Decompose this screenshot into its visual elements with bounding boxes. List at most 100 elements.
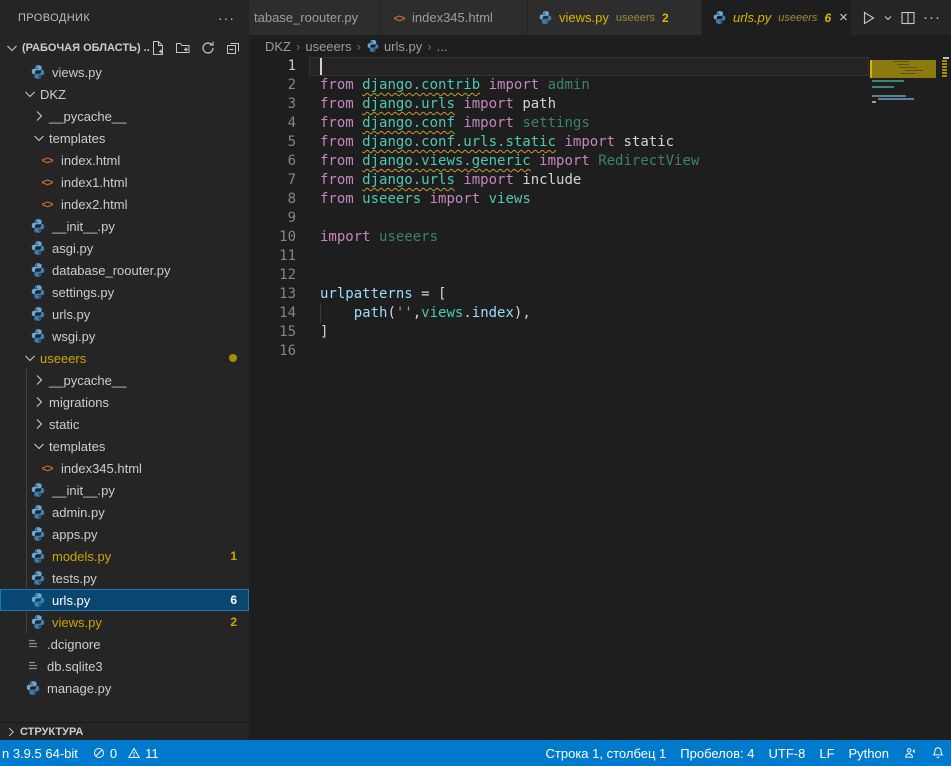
tab-index345.html[interactable]: <>index345.html <box>381 0 528 35</box>
tree-item-__pycache__[interactable]: __pycache__ <box>0 105 249 127</box>
line-number[interactable]: 2 <box>249 76 296 95</box>
collapse-all-icon[interactable] <box>225 40 241 56</box>
code-line[interactable]: path('',views.index), <box>320 304 870 323</box>
code-line[interactable] <box>320 209 870 228</box>
tree-item-manage.py[interactable]: manage.py <box>0 677 249 699</box>
chevron-right-icon[interactable] <box>31 108 47 124</box>
minimap[interactable] <box>870 57 937 740</box>
line-number[interactable]: 6 <box>249 152 296 171</box>
explorer-more-icon[interactable]: ··· <box>218 10 235 26</box>
tree-item-templates[interactable]: templates <box>0 435 249 457</box>
workspace-section-header[interactable]: (РАБОЧАЯ ОБЛАСТЬ) ... <box>0 35 249 61</box>
chevron-right-icon[interactable] <box>31 416 47 432</box>
line-number[interactable]: 7 <box>249 171 296 190</box>
notifications-button[interactable] <box>924 740 951 766</box>
split-editor-button-split-icon[interactable] <box>900 10 916 26</box>
chevron-down-icon[interactable] <box>31 130 47 146</box>
line-number[interactable]: 13 <box>249 285 296 304</box>
code-line[interactable]: import useeers <box>320 228 870 247</box>
python-version-status[interactable]: n 3.9.5 64-bit <box>0 740 85 766</box>
tree-item-settings.py[interactable]: settings.py <box>0 281 249 303</box>
tree-item-migrations[interactable]: migrations <box>0 391 249 413</box>
code-line[interactable]: from django.urls import path <box>320 95 870 114</box>
line-number-gutter[interactable]: 12345678910111213141516 <box>249 57 296 361</box>
tree-item-db.sqlite3[interactable]: db.sqlite3 <box>0 655 249 677</box>
line-number[interactable]: 16 <box>249 342 296 361</box>
refresh-icon[interactable] <box>200 40 216 56</box>
breadcrumb-item-DKZ[interactable]: DKZ <box>265 39 291 54</box>
chevron-right-icon[interactable] <box>31 372 47 388</box>
tree-item-DKZ[interactable]: DKZ <box>0 83 249 105</box>
tree-item-apps.py[interactable]: apps.py <box>0 523 249 545</box>
breadcrumb-item-urls.py[interactable]: urls.py <box>366 39 422 54</box>
eol-status[interactable]: LF <box>812 740 841 766</box>
language-mode-status[interactable]: Python <box>842 740 896 766</box>
tree-item-__init__.py[interactable]: __init__.py <box>0 479 249 501</box>
tree-item-wsgi.py[interactable]: wsgi.py <box>0 325 249 347</box>
code-line[interactable]: from django.urls import include <box>320 171 870 190</box>
code-line[interactable] <box>320 247 870 266</box>
code-line[interactable] <box>320 266 870 285</box>
breadcrumb-item-...[interactable]: ... <box>437 39 448 54</box>
line-number[interactable]: 9 <box>249 209 296 228</box>
tree-item-urls.py[interactable]: urls.py <box>0 303 249 325</box>
tree-item-database_roouter.py[interactable]: database_roouter.py <box>0 259 249 281</box>
code-line[interactable]: from django.conf import settings <box>320 114 870 133</box>
line-number[interactable]: 1 <box>249 57 296 76</box>
overview-ruler[interactable] <box>941 57 951 740</box>
line-number[interactable]: 3 <box>249 95 296 114</box>
run-dropdown-chev-small-icon[interactable] <box>883 13 893 23</box>
tree-item-models.py[interactable]: models.py1 <box>0 545 249 567</box>
line-number[interactable]: 11 <box>249 247 296 266</box>
cursor-position-status[interactable]: Строка 1, столбец 1 <box>539 740 674 766</box>
tree-item-tests.py[interactable]: tests.py <box>0 567 249 589</box>
code-line[interactable]: from useeers import views <box>320 190 870 209</box>
tree-item-views.py[interactable]: views.py <box>0 61 249 83</box>
tab-urls.py[interactable]: urls.pyuseeers6× <box>702 0 851 35</box>
tree-item-useeers[interactable]: useeers <box>0 347 249 369</box>
code-line[interactable]: from django.views.generic import Redirec… <box>320 152 870 171</box>
outline-section-header[interactable]: СТРУКТУРА <box>0 722 249 740</box>
chevron-down-icon[interactable] <box>31 438 47 454</box>
tree-item-index.html[interactable]: <>index.html <box>0 149 249 171</box>
line-number[interactable]: 14 <box>249 304 296 323</box>
code-line[interactable] <box>320 57 870 76</box>
code-line[interactable]: from django.conf.urls.static import stat… <box>320 133 870 152</box>
code-lines[interactable]: from django.contrib import adminfrom dja… <box>320 57 870 361</box>
code-line[interactable]: urlpatterns = [ <box>320 285 870 304</box>
tree-item-__pycache__[interactable]: __pycache__ <box>0 369 249 391</box>
line-number[interactable]: 12 <box>249 266 296 285</box>
tree-item-index2.html[interactable]: <>index2.html <box>0 193 249 215</box>
tree-item-templates[interactable]: templates <box>0 127 249 149</box>
line-number[interactable]: 10 <box>249 228 296 247</box>
run-button-play-icon[interactable] <box>860 10 876 26</box>
new-folder-icon[interactable] <box>175 40 191 56</box>
more-actions-button[interactable]: ··· <box>923 9 941 26</box>
problems-status[interactable]: 0 11 <box>85 740 166 766</box>
breadcrumb-item-useeers[interactable]: useeers <box>305 39 351 54</box>
tree-item-asgi.py[interactable]: asgi.py <box>0 237 249 259</box>
tree-item-__init__.py[interactable]: __init__.py <box>0 215 249 237</box>
tree-item-urls.py[interactable]: urls.py6 <box>0 589 249 611</box>
tree-item-views.py[interactable]: views.py2 <box>0 611 249 633</box>
line-number[interactable]: 15 <box>249 323 296 342</box>
indentation-status[interactable]: Пробелов: 4 <box>673 740 761 766</box>
chevron-down-icon[interactable] <box>22 350 38 366</box>
encoding-status[interactable]: UTF-8 <box>762 740 813 766</box>
tree-item-admin.py[interactable]: admin.py <box>0 501 249 523</box>
new-file-icon[interactable] <box>150 40 166 56</box>
code-line[interactable] <box>320 342 870 361</box>
chevron-down-icon[interactable] <box>22 86 38 102</box>
code-editor[interactable]: 12345678910111213141516 from django.cont… <box>249 57 951 740</box>
tab-views.py[interactable]: views.pyuseeers2 <box>528 0 702 35</box>
tree-item-index1.html[interactable]: <>index1.html <box>0 171 249 193</box>
tree-item-.dcignore[interactable]: .dcignore <box>0 633 249 655</box>
feedback-button[interactable] <box>896 740 924 766</box>
tree-item-index345.html[interactable]: <>index345.html <box>0 457 249 479</box>
line-number[interactable]: 4 <box>249 114 296 133</box>
code-line[interactable]: from django.contrib import admin <box>320 76 870 95</box>
line-number[interactable]: 8 <box>249 190 296 209</box>
tree-item-static[interactable]: static <box>0 413 249 435</box>
chevron-right-icon[interactable] <box>31 394 47 410</box>
tab-tabase_roouter.py[interactable]: tabase_roouter.py <box>249 0 381 35</box>
